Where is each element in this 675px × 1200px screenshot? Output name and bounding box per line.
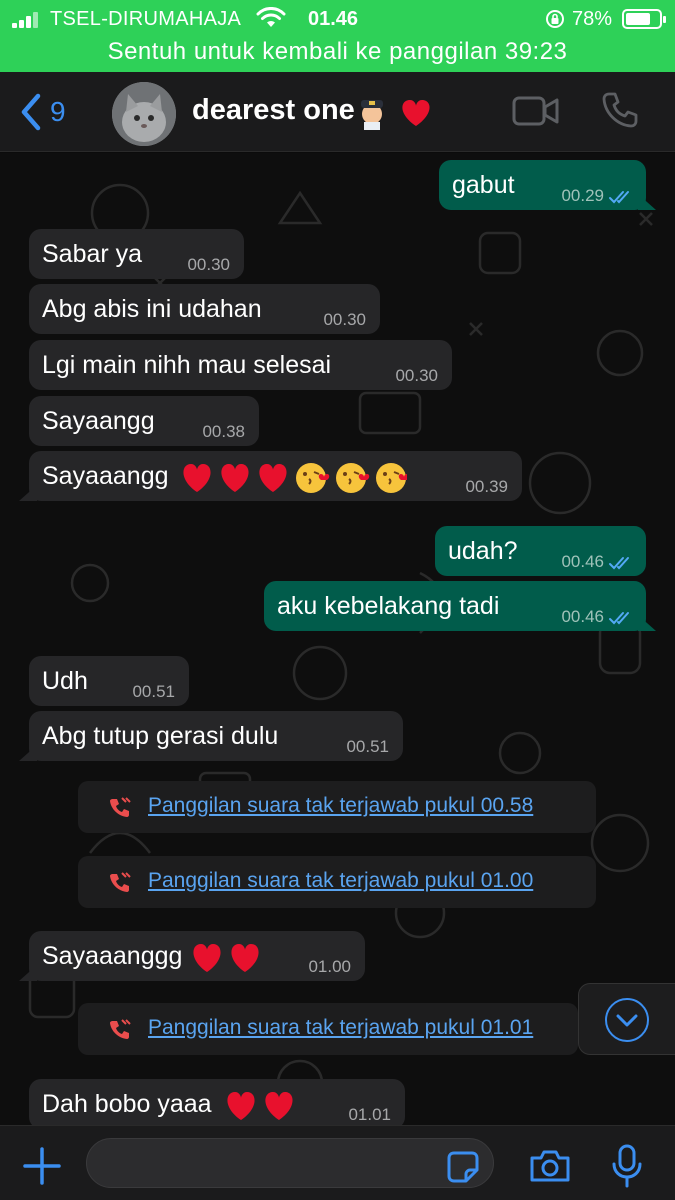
message-text: Dah bobo yaaa	[42, 1090, 212, 1118]
message-time: 00.51	[132, 682, 175, 701]
bubble-tail	[638, 615, 656, 631]
carrier-name: TSEL-DIRUMAHAJA	[50, 8, 242, 30]
message-time: 00.30	[395, 366, 438, 385]
hearts-emoji-icon	[193, 944, 259, 973]
message-text: Udh	[42, 667, 88, 695]
status-bar[interactable]: TSEL-DIRUMAHAJA 01.46 78% Sentuh untuk k…	[0, 0, 675, 72]
hearts-emoji-icon	[226, 1092, 293, 1121]
message-text: aku kebelakang tadi	[277, 592, 500, 620]
message-time: 00.51	[346, 737, 389, 756]
message-input-bar	[0, 1125, 675, 1200]
message-text: Sayaaanggg	[42, 942, 183, 970]
rotation-lock-icon	[546, 10, 564, 28]
message-bubble-incoming[interactable]: Sayaaangg 00.39	[19, 451, 522, 501]
bubble-tail	[19, 485, 37, 501]
return-to-call-banner[interactable]: Sentuh untuk kembali ke panggilan 39:23	[0, 38, 675, 66]
sticker-icon[interactable]	[446, 1150, 480, 1184]
message-bubble-incoming[interactable]: Sayaangg 00.38	[29, 396, 259, 446]
unread-count[interactable]: 9	[50, 96, 66, 128]
message-text: Sayaaangg	[42, 462, 169, 490]
message-time: 00.30	[323, 310, 366, 329]
message-bubble-incoming[interactable]: Dah bobo yaaa 01.01	[29, 1079, 405, 1125]
missed-call-link[interactable]: Panggilan suara tak terjawab pukul 01.00	[148, 869, 533, 893]
microphone-icon[interactable]	[610, 1144, 644, 1188]
message-time: 00.46	[561, 552, 604, 571]
message-time: 01.01	[348, 1105, 391, 1124]
wifi-icon	[256, 7, 286, 27]
missed-call-notice[interactable]: Panggilan suara tak terjawab pukul 01.00	[78, 856, 596, 908]
message-text: udah?	[448, 537, 518, 565]
battery-icon	[622, 9, 666, 29]
message-bubble-incoming[interactable]: Abg tutup gerasi dulu 00.51	[19, 711, 403, 761]
missed-call-icon	[110, 1019, 131, 1039]
bubble-tail	[638, 194, 656, 210]
message-time: 00.39	[465, 477, 508, 496]
hearts-kiss-emoji-icon	[183, 463, 408, 494]
read-receipt-icon	[609, 612, 629, 625]
status-time: 01.46	[308, 8, 359, 30]
message-bubble-incoming[interactable]: Sabar ya 00.30	[29, 229, 244, 279]
message-input[interactable]	[86, 1138, 494, 1188]
message-time: 00.30	[187, 255, 230, 274]
message-bubble-outgoing[interactable]: aku kebelakang tadi 00.46	[264, 581, 656, 631]
pilot-heart-emoji-icon	[361, 100, 430, 130]
missed-call-notice[interactable]: Panggilan suara tak terjawab pukul 00.58	[78, 781, 596, 833]
camera-icon[interactable]	[528, 1148, 572, 1184]
message-text: Sabar ya	[42, 240, 143, 268]
message-bubble-incoming[interactable]: Udh 00.51	[29, 656, 189, 706]
phone-call-icon[interactable]	[600, 90, 640, 130]
chevron-down-icon	[605, 998, 649, 1042]
bubble-tail	[19, 745, 37, 761]
message-time: 00.46	[561, 607, 604, 626]
bubble-tail	[19, 965, 37, 981]
message-bubble-outgoing[interactable]: gabut 00.29	[439, 160, 656, 210]
read-receipt-icon	[609, 557, 629, 570]
battery-percent: 78%	[572, 8, 613, 30]
signal-icon	[12, 12, 42, 28]
message-text: Abg abis ini udahan	[42, 295, 262, 323]
chat-area[interactable]: gabut 00.29 Sabar ya 00.30 Abg abis ini …	[0, 153, 675, 1125]
missed-call-link[interactable]: Panggilan suara tak terjawab pukul 00.58	[148, 794, 533, 818]
message-text: Lgi main nihh mau selesai	[42, 351, 332, 379]
plus-icon[interactable]	[22, 1146, 62, 1186]
missed-call-icon	[110, 872, 131, 892]
scroll-to-bottom-button[interactable]	[578, 983, 675, 1055]
message-bubble-incoming[interactable]: Lgi main nihh mau selesai 00.30	[29, 340, 452, 390]
message-bubble-outgoing[interactable]: udah? 00.46	[435, 526, 646, 576]
missed-call-notice[interactable]: Panggilan suara tak terjawab pukul 01.01	[78, 1003, 578, 1055]
avatar[interactable]	[112, 82, 176, 146]
chat-header: 9 dearest one	[0, 72, 675, 152]
message-time: 00.38	[202, 422, 245, 441]
message-bubble-incoming[interactable]: Abg abis ini udahan 00.30	[29, 284, 380, 334]
missed-call-icon	[110, 797, 131, 817]
message-bubble-incoming[interactable]: Sayaaanggg 01.00	[19, 931, 365, 981]
contact-name[interactable]: dearest one	[192, 94, 355, 127]
message-time: 00.29	[561, 186, 604, 205]
video-call-icon[interactable]	[512, 94, 560, 128]
missed-call-link[interactable]: Panggilan suara tak terjawab pukul 01.01	[148, 1016, 533, 1040]
message-text: gabut	[452, 171, 515, 199]
message-time: 01.00	[308, 957, 351, 976]
message-text: Abg tutup gerasi dulu	[42, 722, 279, 750]
message-text: Sayaangg	[42, 407, 155, 435]
read-receipt-icon	[609, 191, 629, 204]
